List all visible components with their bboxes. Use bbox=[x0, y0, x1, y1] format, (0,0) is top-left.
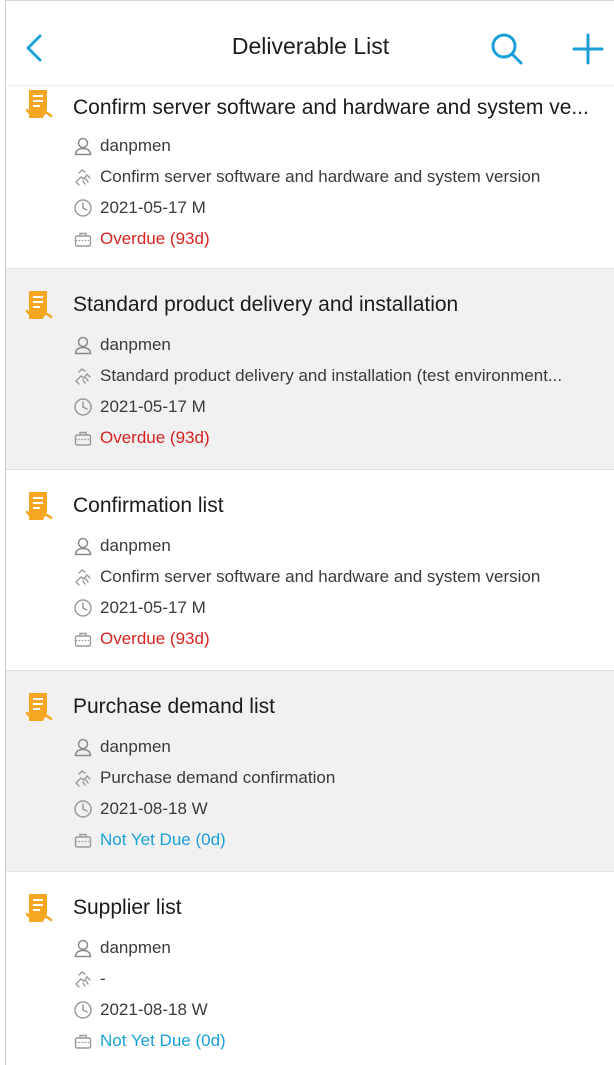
item-date: 2021-05-17 M bbox=[100, 198, 206, 217]
item-title: Supplier list bbox=[73, 896, 182, 919]
clock-icon bbox=[74, 199, 92, 217]
list-item[interactable]: Confirm server software and hardware and… bbox=[6, 86, 614, 269]
document-icon bbox=[25, 492, 53, 520]
item-description: Purchase demand confirmation bbox=[100, 768, 336, 787]
item-title: Standard product delivery and installati… bbox=[73, 293, 459, 316]
clock-icon bbox=[74, 599, 92, 617]
header-bar: Deliverable List bbox=[6, 0, 614, 86]
document-icon bbox=[25, 894, 53, 922]
app-frame: Deliverable List Confirm server software… bbox=[5, 0, 614, 1065]
list-item[interactable]: Standard product delivery and installati… bbox=[6, 269, 614, 470]
briefcase-icon bbox=[74, 632, 92, 647]
status-row: Not Yet Due (0d) bbox=[73, 828, 613, 852]
person-icon bbox=[74, 137, 92, 156]
owner-row: danpmen bbox=[73, 936, 613, 960]
owner-name: danpmen bbox=[100, 938, 171, 957]
document-icon bbox=[25, 693, 53, 721]
deliverable-list: Confirm server software and hardware and… bbox=[6, 86, 614, 1065]
status-badge: Overdue (93d) bbox=[100, 428, 210, 447]
item-date: 2021-08-18 W bbox=[100, 799, 208, 818]
date-row: 2021-08-18 W bbox=[73, 998, 613, 1022]
item-date: 2021-05-17 M bbox=[100, 598, 206, 617]
person-icon bbox=[74, 738, 92, 757]
owner-row: danpmen bbox=[73, 134, 613, 158]
handshake-icon bbox=[75, 368, 91, 385]
description-row: Purchase demand confirmation bbox=[73, 766, 613, 790]
owner-name: danpmen bbox=[100, 335, 171, 354]
item-description: Standard product delivery and installati… bbox=[100, 366, 563, 385]
item-description: Confirm server software and hardware and… bbox=[100, 167, 541, 186]
status-badge: Overdue (93d) bbox=[100, 629, 210, 648]
plus-icon[interactable] bbox=[571, 32, 605, 66]
owner-row: danpmen bbox=[73, 735, 613, 759]
status-badge: Overdue (93d) bbox=[100, 229, 210, 248]
item-description: Confirm server software and hardware and… bbox=[100, 567, 541, 586]
list-item[interactable]: Confirmation list danpmen Confirm server… bbox=[6, 470, 614, 671]
owner-name: danpmen bbox=[100, 536, 171, 555]
item-title: Confirmation list bbox=[73, 494, 224, 517]
item-description: - bbox=[100, 969, 106, 988]
status-badge: Not Yet Due (0d) bbox=[100, 830, 226, 849]
owner-row: danpmen bbox=[73, 333, 613, 357]
item-date: 2021-08-18 W bbox=[100, 1000, 208, 1019]
description-row: Standard product delivery and installati… bbox=[73, 364, 613, 388]
chevron-left-icon[interactable] bbox=[20, 31, 48, 65]
document-icon bbox=[25, 291, 53, 319]
status-row: Overdue (93d) bbox=[73, 627, 613, 651]
item-title: Purchase demand list bbox=[73, 695, 275, 718]
clock-icon bbox=[74, 1001, 92, 1019]
briefcase-icon bbox=[74, 833, 92, 848]
handshake-icon bbox=[75, 971, 91, 988]
document-icon bbox=[25, 90, 53, 118]
owner-name: danpmen bbox=[100, 737, 171, 756]
handshake-icon bbox=[75, 569, 91, 586]
date-row: 2021-05-17 M bbox=[73, 395, 613, 419]
date-row: 2021-05-17 M bbox=[73, 596, 613, 620]
date-row: 2021-05-17 M bbox=[73, 196, 613, 220]
person-icon bbox=[74, 939, 92, 958]
list-item[interactable]: Purchase demand list danpmen Purchase de… bbox=[6, 671, 614, 872]
status-row: Overdue (93d) bbox=[73, 227, 613, 251]
item-date: 2021-05-17 M bbox=[100, 397, 206, 416]
handshake-icon bbox=[75, 770, 91, 787]
search-icon[interactable] bbox=[489, 31, 525, 67]
person-icon bbox=[74, 336, 92, 355]
status-badge: Not Yet Due (0d) bbox=[100, 1031, 226, 1050]
list-item[interactable]: Supplier list danpmen - 2021-08-18 W Not… bbox=[6, 872, 614, 1065]
handshake-icon bbox=[75, 169, 91, 186]
clock-icon bbox=[74, 800, 92, 818]
briefcase-icon bbox=[74, 1034, 92, 1049]
owner-row: danpmen bbox=[73, 534, 613, 558]
date-row: 2021-08-18 W bbox=[73, 797, 613, 821]
briefcase-icon bbox=[74, 431, 92, 446]
description-row: Confirm server software and hardware and… bbox=[73, 165, 613, 189]
item-title: Confirm server software and hardware and… bbox=[73, 96, 589, 119]
person-icon bbox=[74, 537, 92, 556]
status-row: Not Yet Due (0d) bbox=[73, 1029, 613, 1053]
clock-icon bbox=[74, 398, 92, 416]
owner-name: danpmen bbox=[100, 136, 171, 155]
description-row: - bbox=[73, 967, 613, 991]
description-row: Confirm server software and hardware and… bbox=[73, 565, 613, 589]
status-row: Overdue (93d) bbox=[73, 426, 613, 450]
briefcase-icon bbox=[74, 232, 92, 247]
